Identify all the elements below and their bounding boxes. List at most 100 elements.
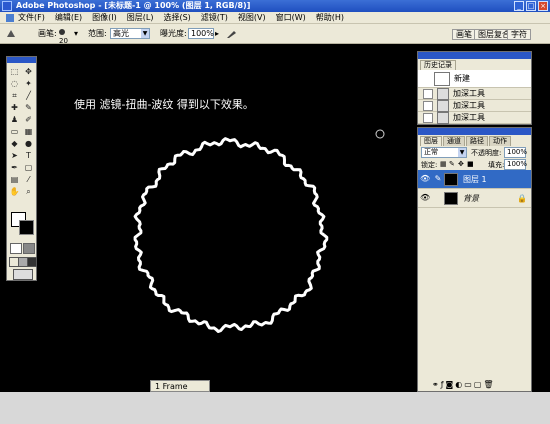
eyedropper-tool-icon[interactable]: ⁄ [23,174,34,185]
layer-row[interactable]: 👁 背景 🔒 [418,189,531,208]
delete-layer-icon[interactable]: 🗑 [483,380,493,389]
chevron-down-icon: ▼ [141,29,149,38]
lasso-tool-icon[interactable]: ◌ [9,78,20,89]
layers-panel: 图层 通道 路径 动作 正常 ▼ 不透明度: 100% 锁定: ▦ ✎ ✥ ■ 填… [417,127,532,392]
pen-tool-icon[interactable]: ✒ [9,162,20,173]
layer-mask-icon[interactable]: ◙ [446,380,454,389]
lock-transparency-icon[interactable]: ▦ [440,160,447,168]
history-brush-tool-icon[interactable]: ✐ [23,114,34,125]
lock-pixels-icon[interactable]: ✎ [449,160,455,168]
tab-brushes[interactable]: 画笔 [452,29,476,40]
history-source-checkbox[interactable] [423,100,433,111]
history-item[interactable]: 加深工具 [418,111,531,124]
screen-mode-full-icon[interactable] [27,257,37,267]
layer-row-selected[interactable]: 👁 ✎ 图层 1 [418,170,531,189]
menu-bar: 文件(F) 编辑(E) 图像(I) 图层(L) 选择(S) 滤镜(T) 视图(V… [0,12,550,24]
maximize-button[interactable]: □ [526,1,536,11]
slice-tool-icon[interactable]: ╱ [23,90,34,101]
new-group-icon[interactable]: ▭ [464,380,472,389]
fill-input[interactable]: 100% [504,159,527,170]
link-icon[interactable]: ⚭ [432,380,439,389]
lock-position-icon[interactable]: ✥ [458,160,464,168]
menu-select[interactable]: 选择(S) [163,12,190,23]
burn-tool-icon [437,87,449,100]
exposure-label: 曝光度: [160,29,187,38]
menu-filter[interactable]: 滤镜(T) [201,12,228,23]
empty-link-slot [434,190,442,206]
layer-style-icon[interactable]: ƒ [441,380,444,389]
layer-name: 背景 [463,193,479,203]
brush-link-icon: ✎ [434,174,442,183]
toolbox: ⬚ ✥ ◌ ✦ ⌗ ╱ ✚ ✎ ♟ ✐ ▭ ▦ ◆ ● ➤ T ✒ ▢ ▤ ⁄ … [6,56,37,281]
history-item[interactable]: 加深工具 [418,87,531,100]
history-source-checkbox[interactable] [423,112,433,123]
gradient-tool-icon[interactable]: ▦ [23,126,34,137]
jump-to-imageready-icon[interactable] [13,269,33,280]
menu-view[interactable]: 视图(V) [238,12,266,23]
menu-layer[interactable]: 图层(L) [127,12,154,23]
background-color-swatch[interactable] [19,220,34,235]
airbrush-icon[interactable] [226,28,237,39]
burn-tool-icon[interactable]: ● [23,138,34,149]
range-select[interactable]: 高光 ▼ [110,28,150,39]
magic-wand-tool-icon[interactable]: ✦ [23,78,34,89]
brush-cursor-icon [375,129,385,139]
zoom-tool-icon[interactable]: ⌕ [23,186,34,197]
history-item-label: 加深工具 [453,113,485,122]
type-tool-icon[interactable]: T [23,150,34,161]
panel-header [418,52,531,59]
path-selection-tool-icon[interactable]: ➤ [9,150,20,161]
history-item-label: 加深工具 [453,89,485,98]
healing-brush-tool-icon[interactable]: ✚ [9,102,20,113]
tab-actions[interactable]: 动作 [489,136,511,146]
menu-window[interactable]: 窗口(W) [276,12,306,23]
frame-indicator-label: 1 Frame [155,382,188,391]
blur-tool-icon[interactable]: ◆ [9,138,20,149]
crop-tool-icon[interactable]: ⌗ [9,90,20,101]
menu-help[interactable]: 帮助(H) [316,12,344,23]
chevron-right-icon[interactable]: ▸ [215,28,219,39]
history-snapshot[interactable]: 新建 [418,70,531,88]
menu-edit[interactable]: 编辑(E) [55,12,82,23]
hand-tool-icon[interactable]: ✋ [9,186,20,197]
clone-stamp-tool-icon[interactable]: ♟ [9,114,20,125]
toolbox-header [7,57,36,63]
eye-icon[interactable]: 👁 [420,190,430,206]
brush-tool-icon[interactable]: ✎ [23,102,34,113]
marquee-tool-icon[interactable]: ⬚ [9,66,20,77]
blend-mode-select[interactable]: 正常 ▼ [421,147,467,158]
shape-tool-icon[interactable]: ▢ [23,162,34,173]
standard-mode-icon[interactable] [10,243,22,254]
history-item-label: 加深工具 [453,101,485,110]
opacity-input[interactable]: 100% [504,147,527,158]
canvas-caption: 使用 滤镜-扭曲-波纹 得到以下效果。 [74,98,254,111]
tab-history[interactable]: 历史记录 [420,60,456,70]
tab-channels[interactable]: 通道 [443,136,465,146]
eye-icon[interactable]: 👁 [420,171,430,187]
exposure-input[interactable]: 100% [188,28,214,39]
adjustment-layer-icon[interactable]: ◐ [455,380,462,389]
history-source-checkbox[interactable] [423,88,433,99]
notes-tool-icon[interactable]: ▤ [9,174,20,185]
menu-file[interactable]: 文件(F) [6,12,45,23]
range-label: 范围: [88,29,107,38]
layer-thumbnail [444,172,458,186]
tab-paths[interactable]: 路径 [466,136,488,146]
minimize-button[interactable]: _ [514,1,524,11]
burn-tool-icon [437,111,449,124]
move-tool-icon[interactable]: ✥ [23,66,34,77]
new-layer-icon[interactable]: ▢ [474,380,482,389]
quick-mask-icon[interactable] [23,243,35,254]
close-button[interactable]: × [538,1,548,11]
burn-tool-preset-icon[interactable] [5,28,17,39]
tab-character[interactable]: 字符 [507,29,531,40]
eraser-tool-icon[interactable]: ▭ [9,126,20,137]
menu-image[interactable]: 图像(I) [92,12,117,23]
tab-layers[interactable]: 图层 [420,136,442,146]
rippled-ring [133,137,329,333]
lock-all-icon[interactable]: ■ [467,160,474,168]
bottom-strip: 1 Frame [0,380,550,424]
chevron-down-icon[interactable]: ▾ [74,28,78,39]
history-item[interactable]: 加深工具 [418,99,531,112]
panel-header [418,128,531,135]
